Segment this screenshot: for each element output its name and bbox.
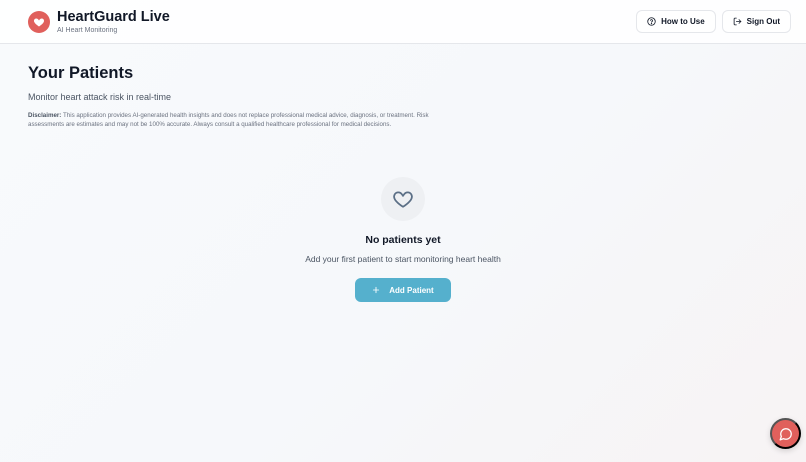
disclaimer: Disclaimer: This application provides AI… bbox=[28, 111, 443, 129]
app-header: HeartGuard Live AI Heart Monitoring How … bbox=[0, 0, 806, 44]
empty-state: No patients yet Add your first patient t… bbox=[0, 177, 806, 302]
header-actions: How to Use Sign Out bbox=[636, 10, 791, 33]
app-subtitle: AI Heart Monitoring bbox=[57, 27, 118, 34]
app-title: HeartGuard Live bbox=[57, 9, 170, 25]
disclaimer-text: This application provides AI-generated h… bbox=[28, 112, 429, 128]
brand: HeartGuard Live AI Heart Monitoring bbox=[28, 9, 170, 34]
patients-section: Your Patients Monitor heart attack risk … bbox=[28, 64, 448, 129]
empty-state-message: Add your first patient to start monitori… bbox=[305, 254, 501, 264]
empty-state-title: No patients yet bbox=[365, 234, 441, 246]
plus-icon bbox=[373, 286, 380, 294]
chat-bubble-icon bbox=[779, 427, 792, 440]
chat-button[interactable] bbox=[770, 418, 801, 449]
heart-outline-icon bbox=[381, 177, 425, 221]
sign-out-label: Sign Out bbox=[746, 17, 780, 26]
how-to-use-label: How to Use bbox=[661, 17, 705, 26]
how-to-use-button[interactable]: How to Use bbox=[636, 10, 716, 33]
log-out-icon bbox=[733, 17, 741, 26]
add-patient-button[interactable]: Add Patient bbox=[355, 278, 451, 302]
add-patient-label: Add Patient bbox=[389, 285, 434, 295]
logo-heart-icon bbox=[28, 10, 50, 33]
disclaimer-label: Disclaimer: bbox=[28, 112, 62, 119]
page-subtitle: Monitor heart attack risk in real-time bbox=[28, 92, 172, 102]
page-title: Your Patients bbox=[28, 64, 134, 82]
sign-out-button[interactable]: Sign Out bbox=[721, 10, 791, 33]
help-circle-icon bbox=[647, 17, 656, 26]
